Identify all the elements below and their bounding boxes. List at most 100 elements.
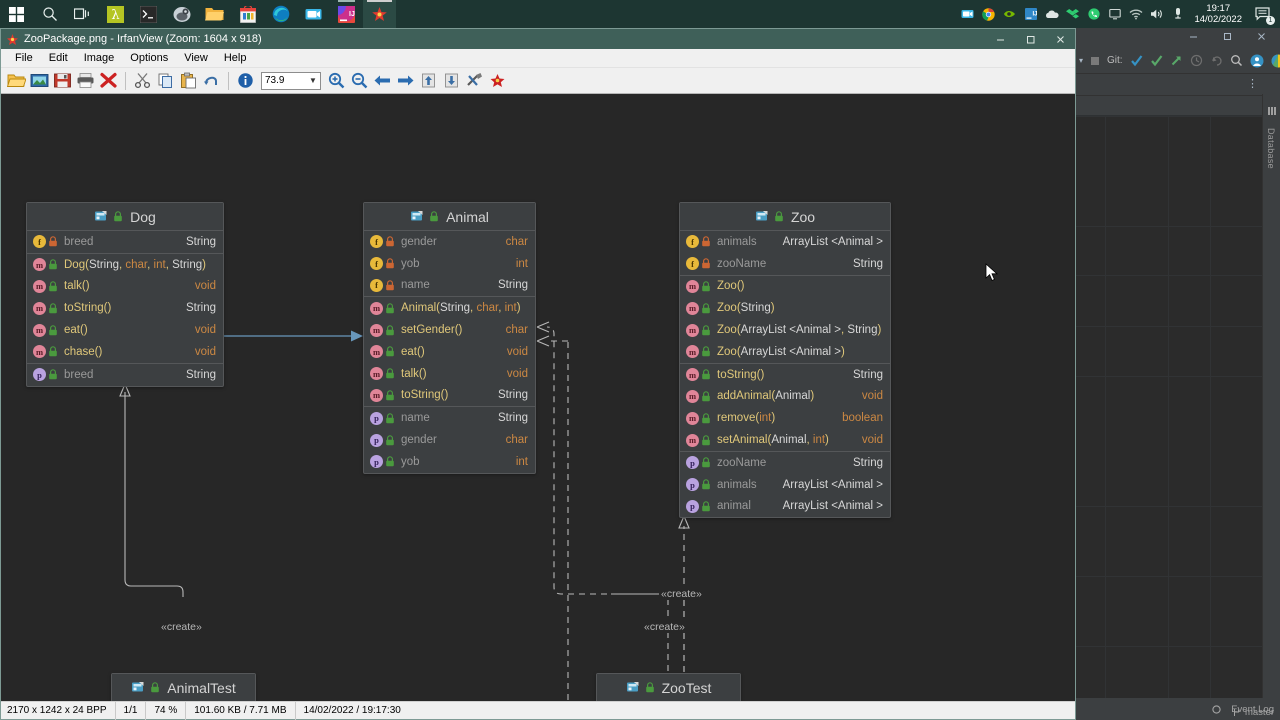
irfanview-window-controls[interactable] (985, 29, 1075, 49)
database-tool-window-label[interactable]: Database (1266, 128, 1276, 169)
uml-member-row[interactable]: p gender char (364, 429, 535, 451)
onedrive-tray-icon[interactable] (1041, 0, 1062, 28)
menu-item-view[interactable]: View (176, 52, 216, 64)
git-commit-icon[interactable] (1150, 54, 1163, 67)
image-canvas[interactable]: «create» «create» «create» «create» «cre… (1, 94, 1075, 701)
event-log-icon[interactable] (1212, 704, 1221, 714)
volume-icon[interactable] (1146, 0, 1167, 28)
uml-member-row[interactable]: p animal ArrayList <Animal > (680, 496, 890, 518)
irfanview-minimize-button[interactable] (985, 29, 1015, 49)
idea-toolbar[interactable]: ▾ Git: (1075, 48, 1280, 74)
save-icon[interactable] (52, 70, 73, 91)
uml-class-zoo[interactable]: Zoo f animals ArrayList <Animal > f zooName St… (679, 202, 891, 519)
database-strip-icon[interactable] (1267, 106, 1277, 116)
uml-member-row[interactable]: m toString() String (680, 364, 890, 386)
uml-class-animaltest[interactable]: AnimalTestmAnimalTest()mmain(String[])vo… (111, 673, 256, 701)
undo-icon[interactable] (201, 70, 222, 91)
irfanview-menubar[interactable]: File Edit Image Options View Help (1, 49, 1075, 68)
menu-item-file[interactable]: File (7, 52, 41, 64)
phone-tray-icon[interactable] (1083, 0, 1104, 28)
menu-item-image[interactable]: Image (76, 52, 123, 64)
stop-icon[interactable] (1090, 56, 1100, 66)
intellij-window[interactable]: ▾ Git: ⋮ Database Event Log master (1075, 24, 1280, 720)
zoom-input[interactable]: 73.9 ▼ (261, 71, 321, 90)
task-view-icon[interactable] (66, 0, 99, 28)
windows-start-icon[interactable] (0, 0, 33, 28)
uml-header-dog[interactable]: Dog (27, 203, 223, 231)
steam-icon[interactable] (165, 0, 198, 28)
uml-member-row[interactable]: m setGender() char (364, 319, 535, 341)
uml-header-animaltest[interactable]: AnimalTest (112, 674, 255, 701)
display-tray-icon[interactable] (1104, 0, 1125, 28)
irfanview-maximize-button[interactable] (1015, 29, 1045, 49)
uml-member-row[interactable]: p breed String (27, 364, 223, 386)
uml-member-row[interactable]: m eat() void (364, 341, 535, 363)
search-icon[interactable] (33, 0, 66, 28)
taskbar-clock[interactable]: 19:17 14/02/2022 (1188, 0, 1250, 28)
idea-tool-window-strip[interactable]: Database (1262, 94, 1280, 698)
zoom-in-icon[interactable] (326, 70, 347, 91)
uml-member-row[interactable]: m chase() void (27, 341, 223, 363)
menu-item-edit[interactable]: Edit (41, 52, 76, 64)
irfanview-toolbar[interactable]: 73.9 ▼ (1, 68, 1075, 94)
intellij-tray-icon[interactable]: IJ (1020, 0, 1041, 28)
irfanview-window[interactable]: ZooPackage.png - IrfanView (Zoom: 1604 x… (0, 28, 1076, 720)
terminal-icon[interactable] (132, 0, 165, 28)
uml-member-row[interactable]: p zooName String (680, 452, 890, 474)
nvidia-tray-icon[interactable] (999, 0, 1020, 28)
notifications-icon[interactable]: 1 (1250, 0, 1276, 28)
menu-item-options[interactable]: Options (122, 52, 176, 64)
delete-icon[interactable] (98, 70, 119, 91)
search-everywhere-icon[interactable] (1230, 54, 1243, 67)
uml-header-animal[interactable]: Animal (364, 203, 535, 231)
git-branch-indicator[interactable]: master (1232, 707, 1274, 718)
menu-item-help[interactable]: Help (216, 52, 255, 64)
print-icon[interactable] (75, 70, 96, 91)
uml-member-row[interactable]: m toString() String (27, 297, 223, 319)
ide-logo-icon[interactable] (1271, 54, 1280, 68)
git-push-icon[interactable] (1170, 54, 1183, 67)
irfanview-titlebar[interactable]: ZooPackage.png - IrfanView (Zoom: 1604 x… (1, 29, 1075, 49)
battery-icon[interactable] (1167, 0, 1188, 28)
file-explorer-icon[interactable] (198, 0, 231, 28)
uml-header-zootest[interactable]: ZooTest (597, 674, 740, 701)
open-icon[interactable] (6, 70, 27, 91)
previous-icon[interactable] (372, 70, 393, 91)
uml-class-animal[interactable]: Animal f gender char f yob int f name String m Anim… (363, 202, 536, 474)
uml-member-row[interactable]: m Zoo(ArrayList <Animal >, String) (680, 319, 890, 341)
thumbnails-icon[interactable] (29, 70, 50, 91)
uml-member-row[interactable]: f zooName String (680, 253, 890, 275)
teams-icon[interactable] (297, 0, 330, 28)
uml-member-row[interactable]: p name String (364, 407, 535, 429)
uml-member-row[interactable]: m talk() void (364, 363, 535, 385)
last-icon[interactable] (441, 70, 462, 91)
account-icon[interactable] (1250, 54, 1264, 68)
edge-icon[interactable] (264, 0, 297, 28)
uml-member-row[interactable]: m Dog(String, char, int, String) (27, 254, 223, 276)
uml-header-zoo[interactable]: Zoo (680, 203, 890, 231)
uml-member-row[interactable]: p yob int (364, 451, 535, 473)
more-options-icon[interactable]: ⋮ (1247, 79, 1258, 90)
chrome-tray-icon[interactable] (978, 0, 999, 28)
uml-member-row[interactable]: m setAnimal(Animal, int) void (680, 429, 890, 451)
cut-icon[interactable] (132, 70, 153, 91)
uml-member-row[interactable]: f gender char (364, 231, 535, 253)
git-revert-icon[interactable] (1210, 54, 1223, 67)
uml-member-row[interactable]: f animals ArrayList <Animal > (680, 231, 890, 253)
teams-tray-icon[interactable] (957, 0, 978, 28)
uml-member-row[interactable]: m Zoo() (680, 276, 890, 298)
system-tray[interactable]: IJ 19:17 14/02/2022 1 (957, 0, 1280, 28)
uml-class-dog[interactable]: Dog f breed String m Dog(String, char, int, S… (26, 202, 224, 387)
info-icon[interactable] (235, 70, 256, 91)
uml-member-row[interactable]: m remove(int) boolean (680, 407, 890, 429)
irfanview-close-button[interactable] (1045, 29, 1075, 49)
windows-taskbar[interactable]: λ IJ IJ 19:17 14/02/2022 1 (0, 0, 1280, 28)
next-icon[interactable] (395, 70, 416, 91)
paste-icon[interactable] (178, 70, 199, 91)
dropbox-tray-icon[interactable] (1062, 0, 1083, 28)
uml-class-zootest[interactable]: ZooTestmZooTest()mmain(String[])void (596, 673, 741, 701)
run-config-chevron-icon[interactable]: ▾ (1079, 56, 1083, 65)
chevron-down-icon[interactable]: ▼ (306, 76, 320, 85)
uml-member-row[interactable]: m addAnimal(Animal) void (680, 386, 890, 408)
first-icon[interactable] (418, 70, 439, 91)
